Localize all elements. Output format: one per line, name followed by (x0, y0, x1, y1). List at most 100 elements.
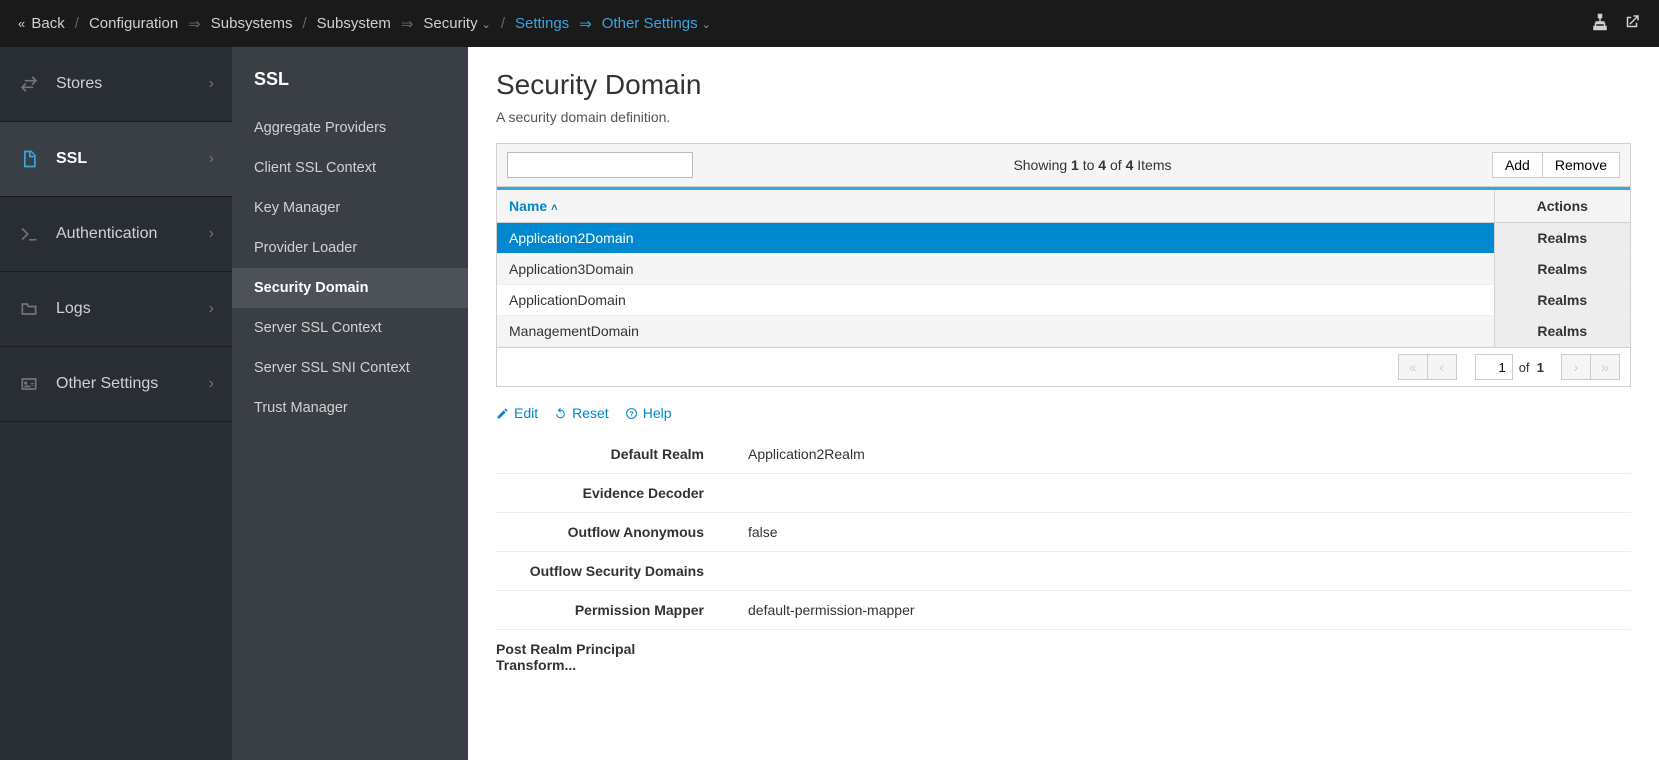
folder-icon (18, 298, 40, 320)
page-input[interactable] (1475, 354, 1513, 380)
page-first-button[interactable]: « (1398, 354, 1428, 380)
pencil-icon (496, 407, 509, 420)
detail-label: Post Realm Principal Transform... (496, 641, 726, 673)
realms-action[interactable]: Realms (1494, 223, 1630, 254)
breadcrumb-security[interactable]: Security⌄ (423, 15, 490, 32)
breadcrumb-separator: / (302, 15, 306, 32)
detail-label: Evidence Decoder (496, 485, 726, 501)
detail-row: Default Realm Application2Realm (496, 435, 1631, 474)
detail-value (726, 563, 748, 579)
detail-value (726, 641, 748, 673)
sidebar-item-other-settings[interactable]: Other Settings › (0, 347, 232, 422)
detail-label: Permission Mapper (496, 602, 726, 618)
breadcrumb: « Back / Configuration ⇒ Subsystems / Su… (18, 15, 711, 33)
page-next-button[interactable]: › (1561, 354, 1591, 380)
undo-icon (554, 407, 567, 420)
sort-asc-icon: ˄ (551, 202, 557, 214)
page-title: Security Domain (496, 69, 1631, 101)
page-last-button[interactable]: » (1590, 354, 1620, 380)
detail-row: Evidence Decoder (496, 474, 1631, 513)
detail-row: Outflow Anonymous false (496, 513, 1631, 552)
sidebar-item-label: Logs (56, 300, 91, 318)
column-header-actions: Actions (1494, 189, 1630, 223)
external-link-icon[interactable] (1623, 13, 1641, 34)
subnav-trust-manager[interactable]: Trust Manager (232, 388, 468, 428)
question-circle-icon (625, 407, 638, 420)
pagination: « ‹ of 1 › » (497, 347, 1630, 386)
subnav-aggregate-providers[interactable]: Aggregate Providers (232, 108, 468, 148)
sidebar-item-ssl[interactable]: SSL › (0, 122, 232, 197)
detail-row: Outflow Security Domains (496, 552, 1631, 591)
breadcrumb-separator: / (75, 15, 79, 32)
transfer-icon (18, 73, 40, 95)
reset-link[interactable]: Reset (554, 405, 609, 421)
data-table: Showing 1 to 4 of 4 Items Add Remove Nam… (496, 143, 1631, 387)
secondary-sidebar-title: SSL (232, 65, 468, 108)
subnav-client-ssl-context[interactable]: Client SSL Context (232, 148, 468, 188)
sidebar-item-label: Stores (56, 75, 102, 93)
secondary-sidebar: SSL Aggregate Providers Client SSL Conte… (232, 47, 468, 760)
page-of-label: of 1 (1519, 360, 1544, 375)
remove-button[interactable]: Remove (1543, 152, 1620, 178)
table-row[interactable]: Application3Domain Realms (497, 254, 1630, 285)
subnav-key-manager[interactable]: Key Manager (232, 188, 468, 228)
detail-row: Post Realm Principal Transform... (496, 630, 1631, 684)
detail-row: Permission Mapper default-permission-map… (496, 591, 1631, 630)
table-row[interactable]: Application2Domain Realms (497, 223, 1630, 254)
detail-actions: Edit Reset Help (496, 405, 1631, 421)
detail-label: Default Realm (496, 446, 726, 462)
sidebar-item-logs[interactable]: Logs › (0, 272, 232, 347)
sidebar-item-label: Authentication (56, 225, 157, 243)
topology-icon[interactable] (1591, 13, 1609, 34)
subnav-server-ssl-sni-context[interactable]: Server SSL SNI Context (232, 348, 468, 388)
table-row[interactable]: ApplicationDomain Realms (497, 285, 1630, 316)
table-row[interactable]: ManagementDomain Realms (497, 316, 1630, 347)
subnav-server-ssl-context[interactable]: Server SSL Context (232, 308, 468, 348)
realms-action[interactable]: Realms (1494, 285, 1630, 316)
arrow-right-icon: ⇒ (401, 15, 414, 33)
primary-sidebar: Stores › SSL › Authentication › Logs › O… (0, 47, 232, 760)
table-status: Showing 1 to 4 of 4 Items (693, 157, 1492, 173)
chevron-right-icon: › (209, 300, 214, 318)
chevron-right-icon: › (209, 225, 214, 243)
chevron-right-icon: › (209, 150, 214, 168)
sidebar-item-label: Other Settings (56, 375, 158, 393)
cell-name: Application3Domain (497, 254, 1494, 285)
main-content: Security Domain A security domain defini… (468, 47, 1659, 760)
sidebar-item-authentication[interactable]: Authentication › (0, 197, 232, 272)
filter-input[interactable] (507, 152, 693, 178)
chevron-left-double-icon: « (18, 16, 25, 31)
cell-name: ApplicationDomain (497, 285, 1494, 316)
breadcrumb-subsystems[interactable]: Subsystems (211, 15, 293, 32)
detail-label: Outflow Security Domains (496, 563, 726, 579)
topbar: « Back / Configuration ⇒ Subsystems / Su… (0, 0, 1659, 47)
sidebar-item-stores[interactable]: Stores › (0, 47, 232, 122)
realms-action[interactable]: Realms (1494, 254, 1630, 285)
breadcrumb-settings[interactable]: Settings (515, 15, 569, 32)
breadcrumb-other-settings[interactable]: Other Settings⌄ (602, 15, 711, 32)
breadcrumb-subsystem[interactable]: Subsystem (317, 15, 391, 32)
cell-name: ManagementDomain (497, 316, 1494, 347)
detail-value: Application2Realm (726, 446, 865, 462)
breadcrumb-separator: / (501, 15, 505, 32)
chevron-right-icon: › (209, 375, 214, 393)
subnav-provider-loader[interactable]: Provider Loader (232, 228, 468, 268)
detail-value: default-permission-mapper (726, 602, 915, 618)
help-link[interactable]: Help (625, 405, 672, 421)
table-toolbar: Showing 1 to 4 of 4 Items Add Remove (497, 144, 1630, 187)
edit-link[interactable]: Edit (496, 405, 538, 421)
caret-down-icon: ⌄ (482, 19, 491, 31)
add-button[interactable]: Add (1492, 152, 1543, 178)
file-icon (18, 148, 40, 170)
breadcrumb-configuration[interactable]: Configuration (89, 15, 178, 32)
column-header-name[interactable]: Name˄ (497, 189, 1494, 223)
caret-down-icon: ⌄ (702, 19, 711, 31)
idcard-icon (18, 373, 40, 395)
realms-action[interactable]: Realms (1494, 316, 1630, 347)
subnav-security-domain[interactable]: Security Domain (232, 268, 468, 308)
detail-list: Default Realm Application2Realm Evidence… (496, 435, 1631, 684)
page-prev-button[interactable]: ‹ (1427, 354, 1457, 380)
back-link[interactable]: « Back (18, 15, 65, 32)
cell-name: Application2Domain (497, 223, 1494, 254)
arrow-right-icon: ⇒ (188, 15, 201, 33)
